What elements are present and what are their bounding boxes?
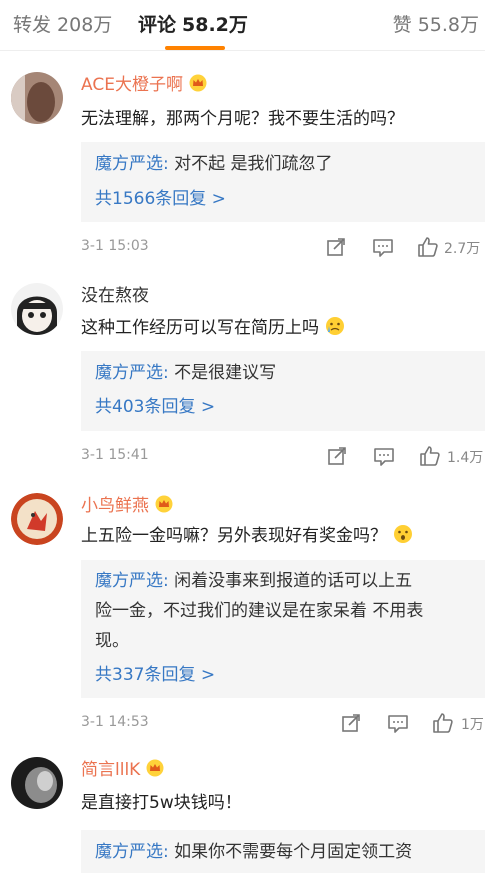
reply-text: 如果你不需要每个月固定领工资 [168, 842, 413, 862]
comment-item: 没在熬夜 这种工作经历可以写在简历上吗 魔方严选: 不是很建议写 共403条回复… [0, 283, 485, 483]
username[interactable]: 没在熬夜 [81, 283, 149, 309]
username[interactable]: ACE大橙子啊 [81, 72, 207, 98]
comment-text: 这种工作经历可以写在简历上吗 [81, 315, 465, 341]
comment-item: 简言lllK 是直接打5w块钱吗！ 魔方严选: 如果你不需要每个月固定领工资 [0, 757, 485, 873]
comment-meta: 3-1 15:03 2.7万 [81, 235, 485, 261]
comment-meta: 3-1 15:41 1.4万 [81, 444, 485, 470]
comment-text: 是直接打5w块钱吗！ [81, 793, 242, 813]
thumbs-up-icon[interactable] [416, 235, 440, 259]
tab-likes-count: 55.8万 [417, 14, 479, 36]
reply-text-line-2: 险一金，不过我们的建议是在家呆着 不用表 [95, 601, 424, 621]
reply-author[interactable]: 魔方严选: [95, 571, 169, 591]
comment-item: ACE大橙子啊 无法理解，那两个月呢？我不要生活的吗？ 魔方严选: 对不起 是我… [0, 72, 485, 272]
username-text: 简言lllK [81, 760, 141, 780]
reply-box[interactable]: 魔方严选: 闲着没事来到报道的话可以上五 险一金，不过我们的建议是在家呆着 不用… [81, 560, 485, 698]
shocked-face-emoji-icon [394, 525, 412, 543]
avatar[interactable] [11, 493, 63, 545]
reply-box[interactable]: 魔方严选: 对不起 是我们疏忽了 共1566条回复 > [81, 142, 485, 222]
comment-text: 上五险一金吗嘛？另外表现好有奖金吗？ [81, 523, 465, 549]
reply-author[interactable]: 魔方严选: [95, 363, 169, 383]
like-count: 2.7万 [444, 241, 481, 257]
like-count: 1万 [461, 717, 484, 733]
timestamp: 3-1 14:53 [81, 714, 149, 730]
view-replies-link[interactable]: 共337条回复 > [95, 662, 215, 688]
comment-icon[interactable] [372, 444, 396, 468]
timestamp: 3-1 15:41 [81, 447, 149, 463]
crown-badge-icon [189, 74, 207, 92]
tab-comments-count: 58.2万 [182, 14, 248, 36]
username[interactable]: 简言lllK [81, 757, 164, 783]
reply-preview: 魔方严选: 对不起 是我们疏忽了 [95, 149, 471, 179]
reply-text-line-1: 闲着没事来到报道的话可以上五 [168, 571, 413, 591]
crown-badge-icon [146, 759, 164, 777]
reply-text-line-3: 现。 [95, 631, 129, 651]
tab-likes[interactable]: 赞 55.8万 [393, 12, 479, 38]
tab-comments-label: 评论 [138, 14, 177, 36]
share-icon[interactable] [339, 711, 363, 735]
comment-text: 无法理解，那两个月呢？我不要生活的吗？ [81, 109, 404, 129]
comment-tabs: 转发 208万 评论 58.2万 赞 55.8万 [0, 0, 485, 51]
view-replies-link[interactable]: 共1566条回复 > [95, 186, 226, 212]
tab-repost-count: 208万 [57, 14, 113, 36]
timestamp: 3-1 15:03 [81, 238, 149, 254]
username-text: 小鸟鲜燕 [81, 496, 149, 516]
tab-likes-label: 赞 [392, 14, 412, 36]
comment-icon[interactable] [371, 235, 395, 259]
thumbs-up-icon[interactable] [431, 711, 455, 735]
share-icon[interactable] [325, 444, 349, 468]
comment-item: 小鸟鲜燕 上五险一金吗嘛？另外表现好有奖金吗？ 魔方严选: 闲着没事来到报道的话… [0, 493, 485, 743]
crown-badge-icon [155, 495, 173, 513]
comment-text-content: 这种工作经历可以写在简历上吗 [81, 318, 319, 338]
reply-text: 对不起 是我们疏忽了 [168, 154, 333, 174]
tab-repost[interactable]: 转发 208万 [13, 12, 112, 38]
reply-preview: 魔方严选: 如果你不需要每个月固定领工资 [95, 837, 471, 867]
username-text: ACE大橙子啊 [81, 75, 183, 95]
reply-preview: 魔方严选: 闲着没事来到报道的话可以上五 [95, 566, 471, 596]
reply-author[interactable]: 魔方严选: [95, 842, 169, 862]
reply-preview: 魔方严选: 不是很建议写 [95, 358, 471, 388]
comment-text-content: 上五险一金吗嘛？另外表现好有奖金吗？ [81, 526, 387, 546]
avatar[interactable] [11, 72, 63, 124]
username[interactable]: 小鸟鲜燕 [81, 493, 173, 519]
reply-box[interactable]: 魔方严选: 不是很建议写 共403条回复 > [81, 351, 485, 431]
view-replies-link[interactable]: 共403条回复 > [95, 394, 215, 420]
share-icon[interactable] [324, 235, 348, 259]
reply-text: 不是很建议写 [168, 363, 277, 383]
thumbs-up-icon[interactable] [418, 444, 442, 468]
tab-comments[interactable]: 评论 58.2万 [138, 12, 248, 38]
avatar[interactable] [11, 283, 63, 335]
avatar[interactable] [11, 757, 63, 809]
tab-repost-label: 转发 [13, 14, 52, 36]
reply-box[interactable]: 魔方严选: 如果你不需要每个月固定领工资 [81, 830, 485, 873]
comment-icon[interactable] [386, 711, 410, 735]
crying-face-emoji-icon [326, 317, 344, 335]
reply-author[interactable]: 魔方严选: [95, 154, 169, 174]
username-text: 没在熬夜 [81, 286, 149, 306]
like-count: 1.4万 [447, 450, 484, 466]
comment-meta: 3-1 14:53 1万 [81, 711, 485, 737]
active-tab-indicator [165, 46, 225, 50]
